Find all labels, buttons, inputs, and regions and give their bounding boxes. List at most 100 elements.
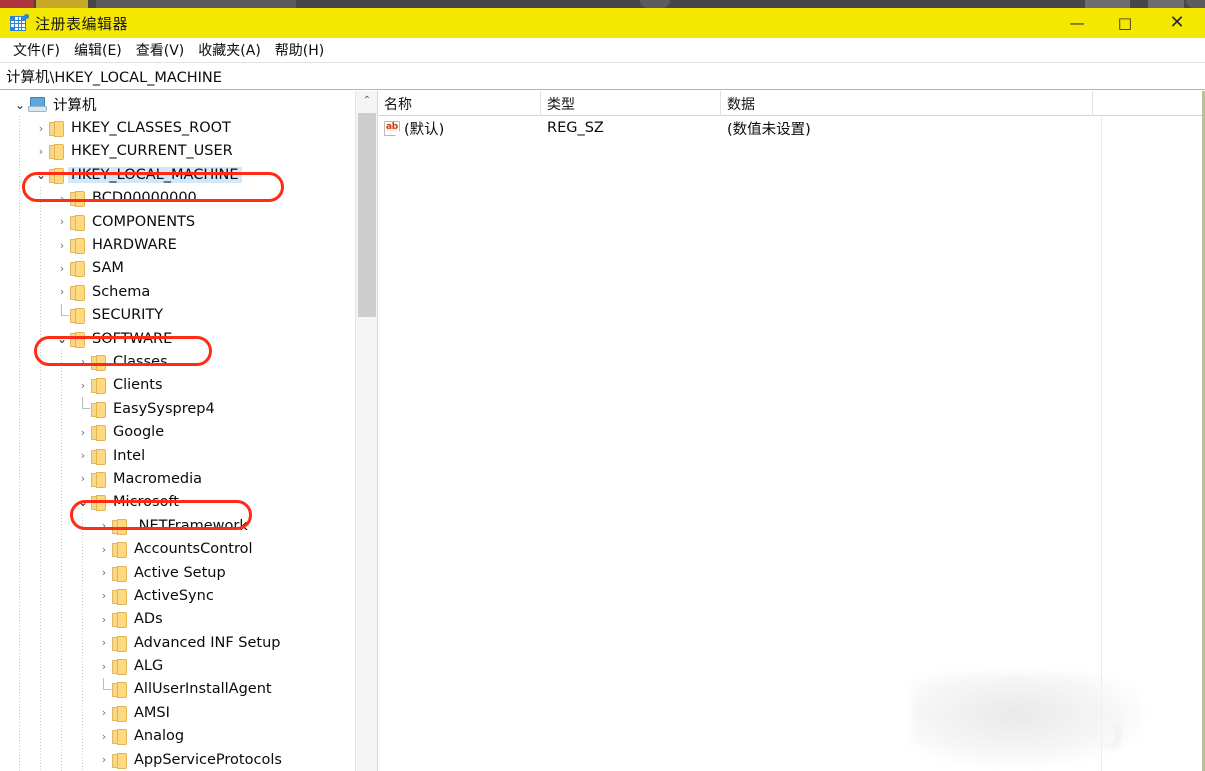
scrollbar-thumb[interactable] <box>358 113 376 317</box>
tree-node-amsi[interactable]: ›AMSI <box>0 701 355 724</box>
minimize-button[interactable]: — <box>1053 8 1101 38</box>
chevron-right-icon[interactable]: › <box>96 608 112 631</box>
registry-values-list: ab(默认)REG_SZ(数值未设置) <box>378 116 1205 140</box>
tree-node-label: .NETFramework <box>131 518 251 534</box>
registry-icon <box>10 14 28 32</box>
tree-vertical-scrollbar[interactable]: ⌃ <box>355 91 377 771</box>
menu-item-file[interactable]: 文件(F) <box>6 38 67 62</box>
folder-icon <box>91 425 105 439</box>
desktop-background-strip <box>0 0 1205 8</box>
string-value-icon: ab <box>384 121 400 136</box>
title-bar[interactable]: 注册表编辑器 — □ ✕ <box>0 8 1205 38</box>
value-row[interactable]: ab(默认)REG_SZ(数值未设置) <box>378 116 1205 140</box>
chevron-right-icon[interactable]: › <box>54 187 70 210</box>
tree-node-microsoft[interactable]: ⌄Microsoft <box>0 491 355 514</box>
tree-guide-line <box>40 187 41 771</box>
tree-node-schema[interactable]: ›Schema <box>0 280 355 303</box>
background-fragment <box>0 0 34 8</box>
tree-node-accountscontrol[interactable]: › AccountsControl <box>0 537 355 560</box>
tree-node-label: HKEY_LOCAL_MACHINE <box>68 167 242 183</box>
chevron-right-icon[interactable]: › <box>75 350 91 373</box>
folder-icon <box>91 378 105 392</box>
chevron-down-icon[interactable]: ⌄ <box>75 491 91 514</box>
column-header-extra[interactable] <box>1093 91 1189 116</box>
chevron-down-icon[interactable]: ⌄ <box>12 93 28 116</box>
chevron-right-icon[interactable]: › <box>75 467 91 490</box>
tree-node-hardware[interactable]: ›HARDWARE <box>0 233 355 256</box>
address-path: 计算机\HKEY_LOCAL_MACHINE <box>6 66 222 87</box>
chevron-right-icon[interactable]: › <box>96 631 112 654</box>
chevron-right-icon[interactable]: › <box>33 140 49 163</box>
chevron-right-icon[interactable]: › <box>96 538 112 561</box>
tree-node-label: EasySysprep4 <box>110 401 218 417</box>
tree-node-alg[interactable]: ›ALG <box>0 654 355 677</box>
tree-node-.netframework[interactable]: › .NETFramework <box>0 514 355 537</box>
tree-node-intel[interactable]: ›Intel <box>0 444 355 467</box>
chevron-right-icon[interactable]: › <box>54 280 70 303</box>
close-button[interactable]: ✕ <box>1149 8 1205 38</box>
scroll-up-arrow-icon[interactable]: ⌃ <box>356 91 378 110</box>
folder-icon <box>70 261 84 275</box>
content-area: ⌄计算机›HKEY_CLASSES_ROOT›HKEY_CURRENT_USER… <box>0 91 1205 771</box>
tree-node-hkey_local_machine[interactable]: ⌄ HKEY_LOCAL_MACHINE <box>0 163 355 186</box>
menu-item-favorites[interactable]: 收藏夹(A) <box>191 38 268 62</box>
tree-node-hkey_current_user[interactable]: ›HKEY_CURRENT_USER <box>0 140 355 163</box>
tree-node-classes[interactable]: ›Classes <box>0 350 355 373</box>
chevron-right-icon[interactable]: › <box>54 210 70 233</box>
tree-node-ads[interactable]: ›ADs <box>0 608 355 631</box>
chevron-down-icon[interactable]: ⌄ <box>54 327 70 350</box>
tree-node-advanced-inf-setup[interactable]: ›Advanced INF Setup <box>0 631 355 654</box>
chevron-right-icon[interactable]: › <box>96 584 112 607</box>
tree-node-components[interactable]: ›COMPONENTS <box>0 210 355 233</box>
chevron-down-icon[interactable]: ⌄ <box>33 163 49 186</box>
tree-node-activesync[interactable]: ›ActiveSync <box>0 584 355 607</box>
chevron-right-icon[interactable]: › <box>96 701 112 724</box>
folder-icon <box>112 682 126 696</box>
tree-node-security[interactable]: SECURITY <box>0 304 355 327</box>
folder-icon <box>112 753 126 767</box>
tree-node-google[interactable]: ›Google <box>0 420 355 443</box>
chevron-right-icon[interactable]: › <box>75 444 91 467</box>
chevron-right-icon[interactable]: › <box>96 748 112 771</box>
tree-node--[interactable]: ⌄计算机 <box>0 93 355 116</box>
tree-node-label: AppServiceProtocols <box>131 752 285 768</box>
folder-icon <box>70 332 84 346</box>
chevron-right-icon[interactable]: › <box>33 117 49 140</box>
chevron-right-icon[interactable]: › <box>96 655 112 678</box>
folder-icon <box>70 215 84 229</box>
registry-editor-window: 注册表编辑器 — □ ✕ 文件(F) 编辑(E) 查看(V) 收藏夹(A) 帮助… <box>0 8 1205 771</box>
column-header-name[interactable]: 名称 <box>378 91 541 116</box>
tree-node-alluserinstallagent[interactable]: AllUserInstallAgent <box>0 678 355 701</box>
maximize-button[interactable]: □ <box>1101 8 1149 38</box>
folder-icon <box>70 285 84 299</box>
column-header-data[interactable]: 数据 <box>721 91 1093 116</box>
tree-node-label: AccountsControl <box>131 541 256 557</box>
tree-node-software[interactable]: ⌄SOFTWARE <box>0 327 355 350</box>
chevron-right-icon[interactable]: › <box>75 421 91 444</box>
column-header-type[interactable]: 类型 <box>541 91 721 116</box>
chevron-right-icon[interactable]: › <box>96 725 112 748</box>
menu-item-view[interactable]: 查看(V) <box>129 38 192 62</box>
chevron-right-icon[interactable]: › <box>54 257 70 280</box>
tree-node-analog[interactable]: ›Analog <box>0 725 355 748</box>
menu-item-edit[interactable]: 编辑(E) <box>67 38 129 62</box>
folder-icon <box>112 659 126 673</box>
tree-node-label: SECURITY <box>89 307 166 323</box>
tree-node-easysysprep4[interactable]: EasySysprep4 <box>0 397 355 420</box>
value-data-cell: (数值未设置) <box>721 116 1093 140</box>
tree-node-bcd00000000[interactable]: ›BCD00000000 <box>0 187 355 210</box>
chevron-right-icon[interactable]: › <box>96 561 112 584</box>
chevron-right-icon[interactable]: › <box>54 234 70 257</box>
tree-node-macromedia[interactable]: › Macromedia <box>0 467 355 490</box>
tree-node-label: Macromedia <box>110 471 205 487</box>
tree-node-active-setup[interactable]: ›Active Setup <box>0 561 355 584</box>
address-bar[interactable]: 计算机\HKEY_LOCAL_MACHINE <box>0 63 1205 90</box>
screen: 注册表编辑器 — □ ✕ 文件(F) 编辑(E) 查看(V) 收藏夹(A) 帮助… <box>0 0 1205 771</box>
tree-node-sam[interactable]: ›SAM <box>0 257 355 280</box>
chevron-right-icon[interactable]: › <box>75 374 91 397</box>
menu-item-help[interactable]: 帮助(H) <box>268 38 331 62</box>
tree-node-clients[interactable]: ›Clients <box>0 374 355 397</box>
chevron-right-icon[interactable]: › <box>96 514 112 537</box>
tree-node-appserviceprotocols[interactable]: › AppServiceProtocols <box>0 748 355 771</box>
tree-node-hkey_classes_root[interactable]: ›HKEY_CLASSES_ROOT <box>0 116 355 139</box>
